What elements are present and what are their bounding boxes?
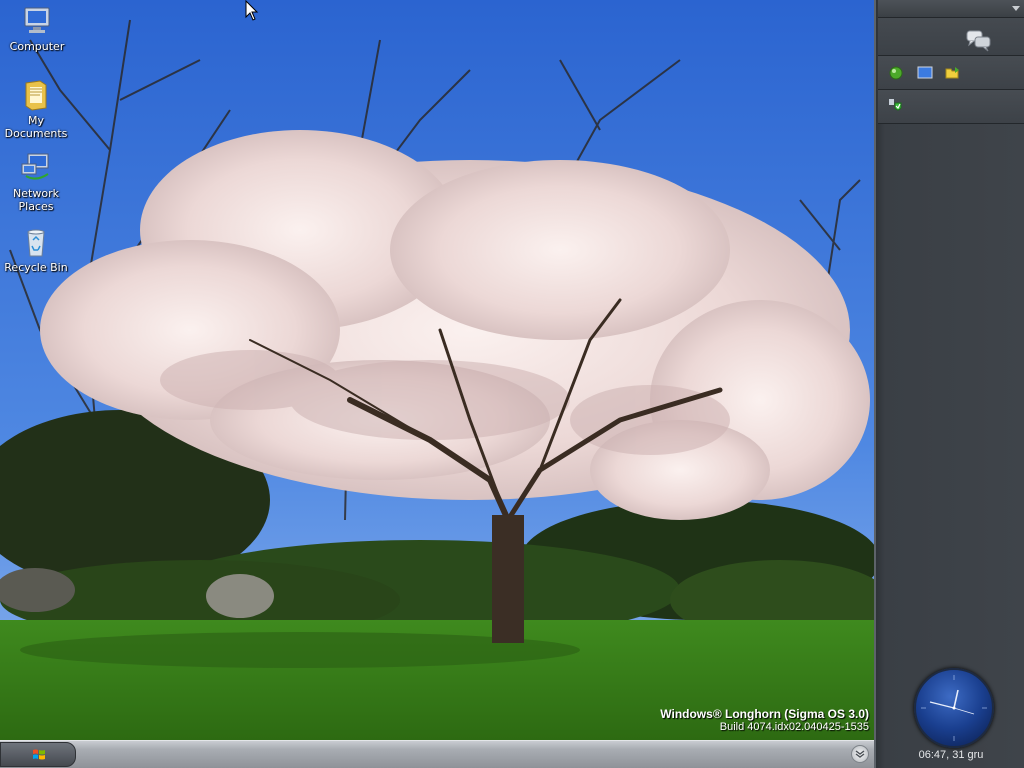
recycle-bin-icon [27,229,45,257]
windows-flag-icon [33,749,45,760]
sidebar: 06:47, 31 gru [874,0,1024,768]
os-build-watermark: Windows® Longhorn (Sigma OS 3.0) Build 4… [660,707,869,734]
clock-time-text: 06:47, 31 gru [918,749,984,761]
build-number-text: Build 4074.idx02.040425-1535 [719,721,869,733]
desktop-icon-label: My Documents [4,114,68,140]
desktop-icon-computer[interactable]: Computer [0,5,75,53]
os-name-text: Windows® Longhorn (Sigma OS 3.0) [660,707,869,721]
taskbar [0,740,874,768]
wallpaper-cherry-tree [0,0,874,740]
sidebar-messenger-tile [878,18,1024,56]
security-shield-icon[interactable] [888,98,904,114]
network-places-icon [21,153,49,180]
computer-icon [24,7,50,33]
desktop-icon-label: Computer [9,40,65,53]
desktop-icon-label: Recycle Bin [4,261,68,274]
dropdown-arrow-icon[interactable] [1012,6,1020,11]
messenger-icon[interactable] [966,30,992,52]
mouse-cursor-icon [245,0,259,21]
clock-icon [921,675,987,741]
sidebar-notification-tray [878,90,1024,124]
monitor-icon[interactable] [917,66,933,80]
desktop-icon-my-documents[interactable]: My Documents [0,79,74,140]
sidebar-header [878,0,1024,18]
analog-clock[interactable] [914,668,994,748]
sidebar-quick-launch [878,56,1024,90]
desktop-icon-label: Network Places [13,187,59,213]
folder-documents-icon [25,80,47,111]
folder-arrow-icon[interactable] [945,66,961,80]
desktop-icon-network-places[interactable]: Network Places [0,152,74,213]
desktop-icon-recycle-bin[interactable]: Recycle Bin [0,226,74,274]
green-circle-icon[interactable] [889,66,903,80]
start-button[interactable] [0,742,76,767]
desktop: Computer My Documents Network Places Rec… [0,0,874,740]
chevron-down-icon [855,750,865,758]
tray-expand-button[interactable] [851,745,869,763]
